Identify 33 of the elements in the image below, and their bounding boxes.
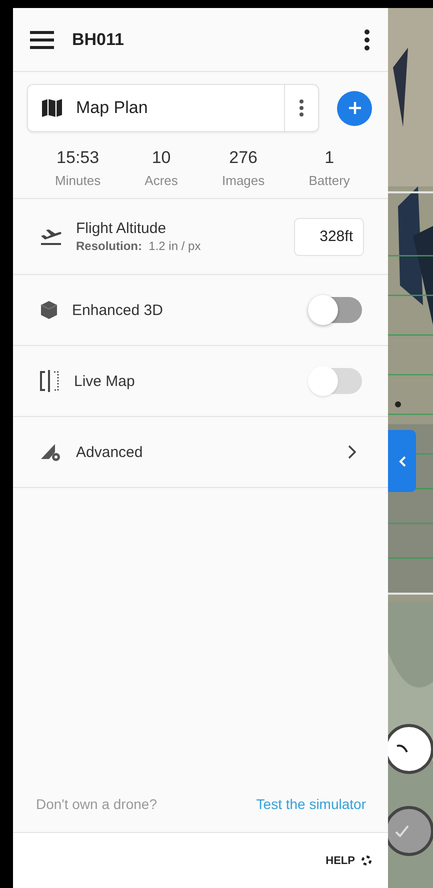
- toggle-switch[interactable]: [310, 297, 362, 323]
- map-icon: [42, 99, 62, 117]
- stat-label: Images: [222, 173, 265, 188]
- plan-selector[interactable]: Map Plan: [27, 84, 319, 132]
- menu-icon[interactable]: [30, 30, 54, 50]
- stat-value: 10: [152, 148, 171, 168]
- stat-value: 15:53: [56, 148, 100, 168]
- split-view-icon: [40, 370, 60, 392]
- plan-name: Map Plan: [76, 98, 149, 118]
- cube-icon: [40, 300, 58, 320]
- stat-value: 276: [229, 148, 258, 168]
- more-options-icon[interactable]: [364, 28, 370, 50]
- lifebuoy-icon: [361, 855, 372, 866]
- help-button[interactable]: HELP: [326, 854, 372, 866]
- resolution-text: Resolution: 1.2 in / px: [76, 239, 202, 253]
- stat-label: Acres: [144, 173, 178, 188]
- add-button[interactable]: [337, 90, 372, 126]
- plan-title: BH011: [72, 30, 125, 50]
- altitude-field[interactable]: 328ft: [294, 218, 364, 256]
- more-options-icon[interactable]: [299, 99, 304, 117]
- stat-label: Minutes: [55, 173, 101, 188]
- stat-label: Battery: [308, 173, 350, 188]
- setting-label: Live Map: [74, 372, 136, 390]
- setting-label: Enhanced 3D: [72, 302, 164, 318]
- airplane-icon: [40, 228, 62, 246]
- chevron-left-icon: [398, 456, 406, 466]
- chevron-right-icon[interactable]: [348, 445, 356, 459]
- plus-icon: [348, 101, 362, 115]
- setting-label: Advanced: [76, 444, 144, 460]
- stat-value: 1: [324, 148, 334, 168]
- prompt-text: Don't own a drone?: [36, 796, 157, 812]
- checkmark-icon: [395, 825, 409, 837]
- setting-label: Flight Altitude: [76, 220, 168, 237]
